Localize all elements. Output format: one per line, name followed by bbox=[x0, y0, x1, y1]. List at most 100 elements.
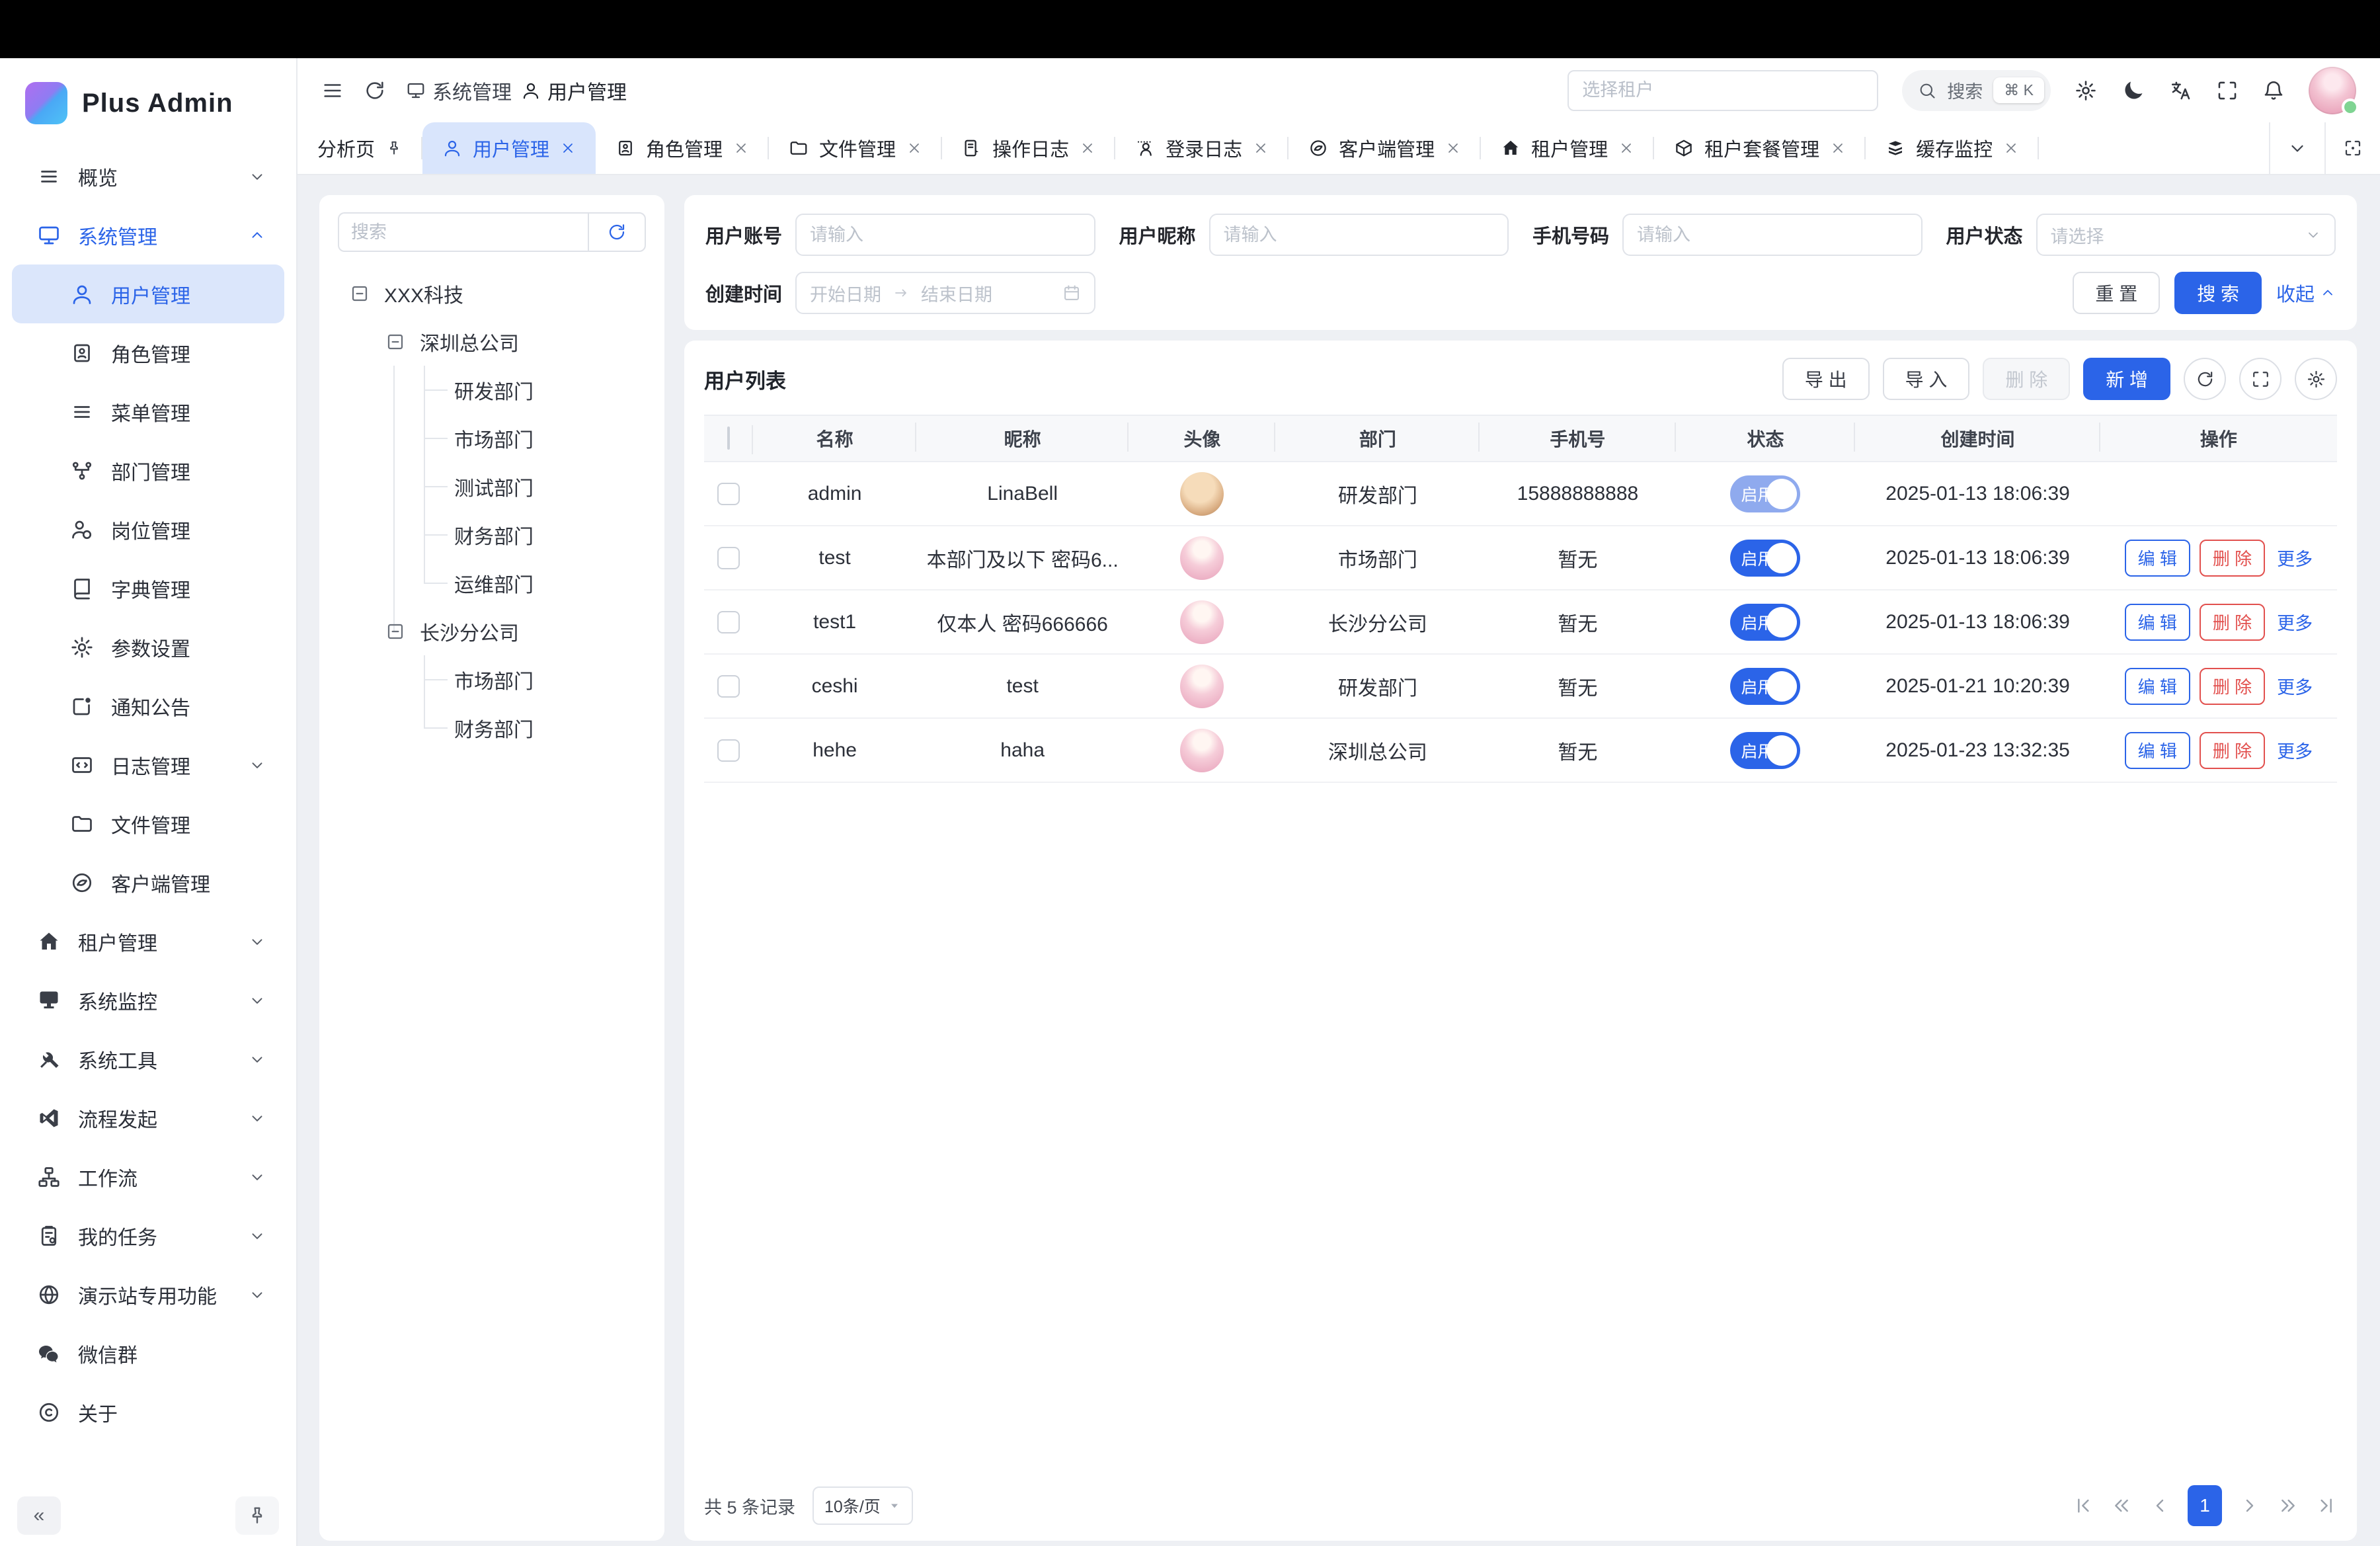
current-page-button[interactable]: 1 bbox=[2188, 1485, 2222, 1526]
first-page-icon[interactable] bbox=[2073, 1495, 2094, 1516]
collapse-node-icon[interactable] bbox=[350, 284, 370, 304]
close-tab-icon[interactable] bbox=[733, 140, 749, 156]
collapse-sidebar-button[interactable]: « bbox=[17, 1496, 61, 1535]
row-checkbox[interactable] bbox=[717, 739, 740, 762]
filter-select[interactable]: 请选择 bbox=[2036, 214, 2336, 256]
dark-mode-moon-icon[interactable] bbox=[2121, 78, 2146, 103]
delete-row-button[interactable]: 删 除 bbox=[2200, 732, 2265, 769]
collapse-node-icon[interactable] bbox=[385, 332, 405, 352]
user-avatar[interactable] bbox=[2309, 67, 2356, 114]
close-tab-icon[interactable] bbox=[1080, 140, 1095, 156]
date-range-picker[interactable]: 开始日期 结束日期 bbox=[795, 272, 1095, 314]
prev-page-icon[interactable] bbox=[2149, 1495, 2170, 1516]
collapse-node-icon[interactable] bbox=[385, 622, 405, 641]
tree-node[interactable]: 市场部门 bbox=[338, 655, 646, 704]
status-toggle[interactable]: 启用 bbox=[1730, 540, 1800, 577]
close-tab-icon[interactable] bbox=[560, 140, 576, 156]
collapse-filters-link[interactable]: 收起 bbox=[2276, 279, 2336, 307]
reset-button[interactable]: 重 置 bbox=[2073, 272, 2160, 314]
filter-input[interactable] bbox=[1622, 214, 1922, 256]
fullscreen-icon[interactable] bbox=[2216, 79, 2239, 102]
close-tab-icon[interactable] bbox=[1830, 140, 1846, 156]
sidebar-item[interactable]: 概览 bbox=[12, 147, 284, 206]
close-tab-icon[interactable] bbox=[1618, 140, 1634, 156]
edit-button[interactable]: 编 辑 bbox=[2125, 732, 2190, 769]
filter-input[interactable] bbox=[1209, 214, 1509, 256]
tree-node[interactable]: 市场部门 bbox=[338, 414, 646, 462]
tree-node[interactable]: 长沙分公司 bbox=[338, 607, 646, 655]
tree-node[interactable]: XXX科技 bbox=[338, 269, 646, 317]
sidebar-item[interactable]: 我的任务 bbox=[12, 1206, 284, 1265]
page-tab[interactable]: 租户套餐管理 bbox=[1654, 122, 1866, 174]
last-page-icon[interactable] bbox=[2316, 1495, 2337, 1516]
sidebar-item[interactable]: 用户管理 bbox=[12, 264, 284, 323]
edit-button[interactable]: 编 辑 bbox=[2125, 604, 2190, 641]
sidebar-item[interactable]: 参数设置 bbox=[12, 618, 284, 676]
row-checkbox[interactable] bbox=[717, 547, 740, 569]
page-tab[interactable]: 缓存监控 bbox=[1866, 122, 2039, 174]
close-tab-icon[interactable] bbox=[2003, 140, 2019, 156]
page-tab[interactable]: 操作日志 bbox=[942, 122, 1115, 174]
page-tab[interactable]: 客户端管理 bbox=[1289, 122, 1481, 174]
delete-row-button[interactable]: 删 除 bbox=[2200, 540, 2265, 577]
sidebar-item[interactable]: 通知公告 bbox=[12, 676, 284, 735]
translate-language-icon[interactable] bbox=[2170, 79, 2192, 102]
sidebar-item[interactable]: 工作流 bbox=[12, 1147, 284, 1206]
sidebar-item[interactable]: 关于 bbox=[12, 1383, 284, 1442]
notifications-bell-icon[interactable] bbox=[2262, 79, 2285, 102]
sidebar-item[interactable]: 租户管理 bbox=[12, 912, 284, 971]
status-toggle[interactable]: 启用 bbox=[1730, 475, 1800, 512]
table-refresh-button[interactable] bbox=[2184, 358, 2226, 400]
tree-node[interactable]: 深圳总公司 bbox=[338, 317, 646, 366]
row-checkbox[interactable] bbox=[717, 611, 740, 633]
export-button[interactable]: 导 出 bbox=[1782, 358, 1870, 400]
more-actions-link[interactable]: 更多 bbox=[2277, 737, 2313, 763]
table-fullscreen-button[interactable] bbox=[2239, 358, 2281, 400]
sidebar-item[interactable]: 微信群 bbox=[12, 1324, 284, 1383]
search-button[interactable]: 搜 索 bbox=[2174, 272, 2262, 314]
pin-sidebar-button[interactable] bbox=[235, 1496, 279, 1535]
settings-gear-icon[interactable] bbox=[2075, 79, 2097, 102]
close-tab-icon[interactable] bbox=[1445, 140, 1461, 156]
more-actions-link[interactable]: 更多 bbox=[2277, 545, 2313, 571]
refresh-page-icon[interactable] bbox=[364, 79, 386, 102]
tree-node[interactable]: 研发部门 bbox=[338, 366, 646, 414]
edit-button[interactable]: 编 辑 bbox=[2125, 668, 2190, 705]
more-actions-link[interactable]: 更多 bbox=[2277, 673, 2313, 699]
sidebar-item[interactable]: 菜单管理 bbox=[12, 382, 284, 441]
sidebar-item[interactable]: 日志管理 bbox=[12, 735, 284, 794]
tree-node[interactable]: 财务部门 bbox=[338, 510, 646, 559]
row-checkbox[interactable] bbox=[717, 675, 740, 698]
sidebar-item[interactable]: 角色管理 bbox=[12, 323, 284, 382]
tenant-select-input[interactable] bbox=[1567, 70, 1878, 111]
page-tab[interactable]: 用户管理 bbox=[422, 122, 596, 174]
page-tab[interactable]: 租户管理 bbox=[1481, 122, 1654, 174]
sidebar-item[interactable]: 系统工具 bbox=[12, 1030, 284, 1088]
status-toggle[interactable]: 启用 bbox=[1730, 668, 1800, 705]
delete-row-button[interactable]: 删 除 bbox=[2200, 668, 2265, 705]
sidebar-item[interactable]: 岗位管理 bbox=[12, 500, 284, 559]
sidebar-item[interactable]: 字典管理 bbox=[12, 559, 284, 618]
select-all-checkbox[interactable] bbox=[727, 427, 730, 450]
sidebar-item[interactable]: 系统管理 bbox=[12, 206, 284, 264]
breadcrumb-item[interactable]: 系统管理 bbox=[406, 76, 512, 105]
sidebar-item[interactable]: 文件管理 bbox=[12, 794, 284, 853]
page-tab[interactable]: 分析页 bbox=[298, 122, 422, 174]
status-toggle[interactable]: 启用 bbox=[1730, 604, 1800, 641]
tree-refresh-button[interactable] bbox=[588, 212, 646, 252]
filter-input[interactable] bbox=[795, 214, 1095, 256]
edit-button[interactable]: 编 辑 bbox=[2125, 540, 2190, 577]
close-tab-icon[interactable] bbox=[906, 140, 922, 156]
tree-node[interactable]: 财务部门 bbox=[338, 704, 646, 752]
import-button[interactable]: 导 入 bbox=[1883, 358, 1970, 400]
forward-5-pages-icon[interactable] bbox=[2278, 1495, 2299, 1516]
next-page-icon[interactable] bbox=[2239, 1495, 2260, 1516]
sidebar-item[interactable]: 客户端管理 bbox=[12, 853, 284, 912]
breadcrumb-item[interactable]: 用户管理 bbox=[521, 76, 627, 105]
more-actions-link[interactable]: 更多 bbox=[2277, 609, 2313, 635]
page-size-select[interactable]: 10条/页 bbox=[813, 1486, 913, 1525]
content-fullscreen-icon[interactable] bbox=[2324, 122, 2380, 174]
tree-node[interactable]: 运维部门 bbox=[338, 559, 646, 607]
sidebar-item[interactable]: 部门管理 bbox=[12, 441, 284, 500]
sidebar-item[interactable]: 演示站专用功能 bbox=[12, 1265, 284, 1324]
